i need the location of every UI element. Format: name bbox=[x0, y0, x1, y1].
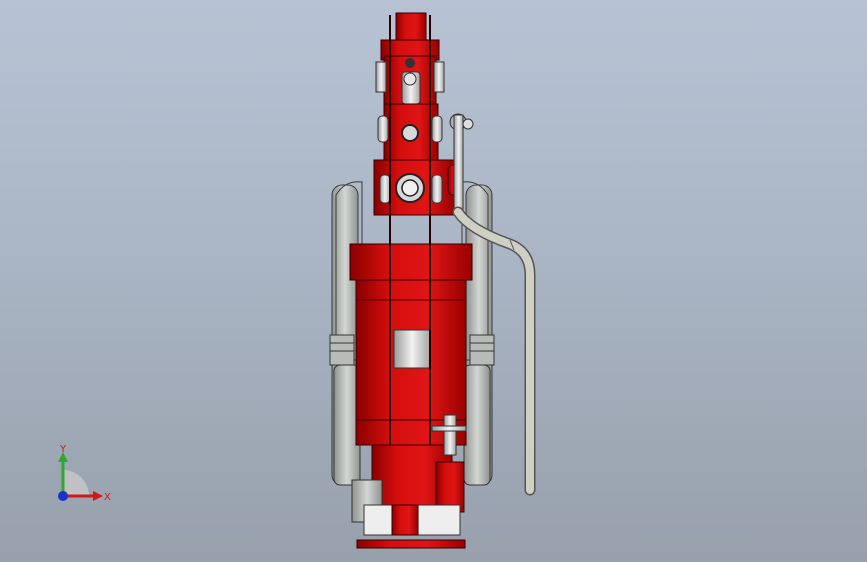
cad-viewport[interactable]: Y X bbox=[0, 0, 867, 562]
axis-triad[interactable]: Y X bbox=[48, 440, 118, 510]
top-head bbox=[375, 12, 445, 105]
middle-link bbox=[373, 103, 463, 216]
y-axis-label: Y bbox=[59, 444, 67, 455]
x-axis-label: X bbox=[104, 492, 111, 503]
assembly-model[interactable] bbox=[0, 0, 867, 562]
z-axis-origin bbox=[58, 491, 68, 501]
